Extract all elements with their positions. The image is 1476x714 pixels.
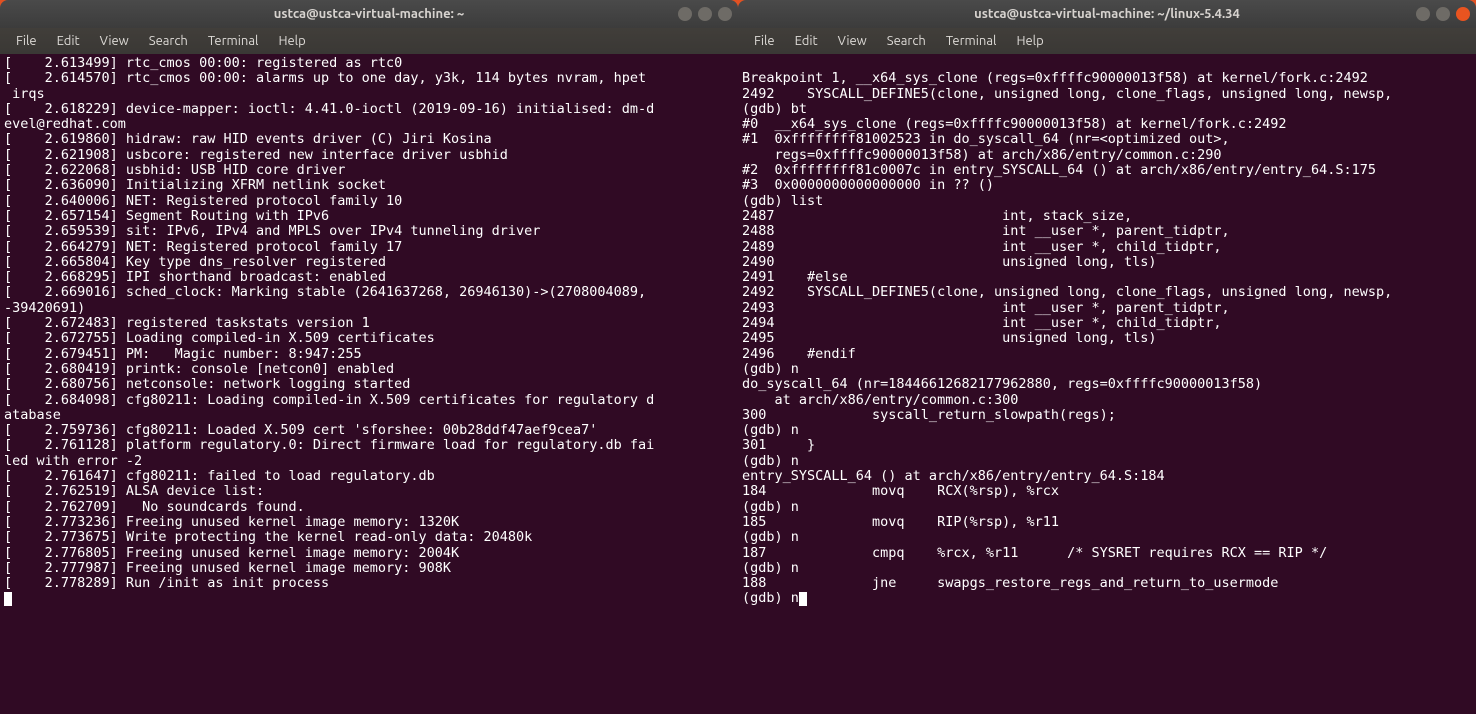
menubar: File Edit View Search Terminal Help <box>0 28 738 54</box>
terminal-content[interactable]: Breakpoint 1, __x64_sys_clone (regs=0xff… <box>738 54 1476 714</box>
menu-search[interactable]: Search <box>141 32 196 50</box>
minimize-icon[interactable] <box>678 7 692 21</box>
menu-edit[interactable]: Edit <box>787 32 826 50</box>
menubar: File Edit View Search Terminal Help <box>738 28 1476 54</box>
menu-terminal[interactable]: Terminal <box>938 32 1005 50</box>
minimize-icon[interactable] <box>1416 7 1430 21</box>
menu-view[interactable]: View <box>830 32 875 50</box>
menu-search[interactable]: Search <box>879 32 934 50</box>
window-title: ustca@ustca-virtual-machine: ~/linux-5.4… <box>738 7 1476 21</box>
window-buttons <box>678 7 732 21</box>
titlebar[interactable]: ustca@ustca-virtual-machine: ~/linux-5.4… <box>738 0 1476 28</box>
terminal-window-left: ustca@ustca-virtual-machine: ~ File Edit… <box>0 0 738 714</box>
titlebar[interactable]: ustca@ustca-virtual-machine: ~ <box>0 0 738 28</box>
terminal-content[interactable]: [ 2.613499] rtc_cmos 00:00: registered a… <box>0 54 738 714</box>
terminal-window-right: ustca@ustca-virtual-machine: ~/linux-5.4… <box>738 0 1476 714</box>
cursor <box>799 592 807 606</box>
menu-file[interactable]: File <box>746 32 783 50</box>
menu-terminal[interactable]: Terminal <box>200 32 267 50</box>
menu-edit[interactable]: Edit <box>49 32 88 50</box>
close-icon[interactable] <box>1456 7 1470 21</box>
cursor <box>4 592 12 606</box>
menu-view[interactable]: View <box>92 32 137 50</box>
window-buttons <box>1416 7 1470 21</box>
menu-help[interactable]: Help <box>1008 32 1051 50</box>
maximize-icon[interactable] <box>1436 7 1450 21</box>
close-icon[interactable] <box>718 7 732 21</box>
menu-help[interactable]: Help <box>270 32 313 50</box>
maximize-icon[interactable] <box>698 7 712 21</box>
menu-file[interactable]: File <box>8 32 45 50</box>
window-title: ustca@ustca-virtual-machine: ~ <box>0 7 738 21</box>
